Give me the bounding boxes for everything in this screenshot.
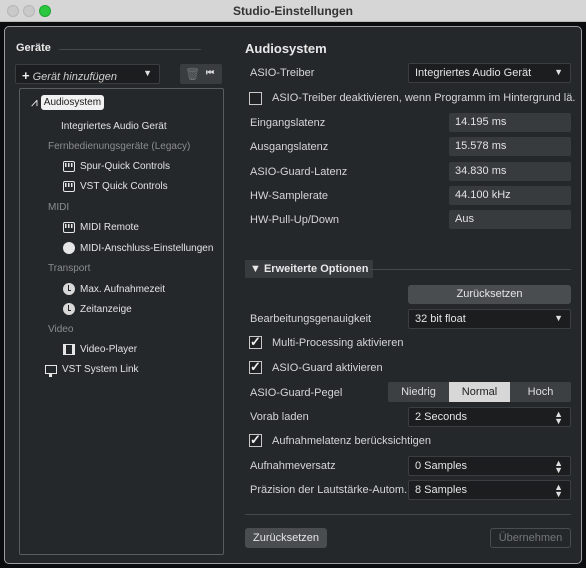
- asio-driver-value: Integriertes Audio Gerät: [415, 67, 532, 79]
- guard-level-hoch[interactable]: Hoch: [510, 382, 571, 402]
- input-latency-value: 14.195 ms: [449, 113, 571, 132]
- tree-category-video: Video: [48, 324, 74, 335]
- hw-samplerate-label: HW-Samplerate: [250, 190, 329, 202]
- midi-controller-icon: [63, 222, 75, 233]
- precision-value: 32 bit float: [415, 313, 466, 325]
- hw-pullupdown-value: Aus: [449, 210, 571, 229]
- multiprocessing-checkbox[interactable]: [249, 334, 262, 350]
- multiprocessing-label: Multi-Processing aktivieren: [272, 337, 404, 349]
- tree-item-midi-port-settings[interactable]: MIDI-Anschluss-Einstellungen: [63, 242, 213, 254]
- asio-guard-checkbox[interactable]: [249, 359, 262, 375]
- device-tree: ⩘ Audiosystem Integriertes Audio Gerät F…: [19, 88, 224, 555]
- tree-item-vst-quick-controls[interactable]: VST Quick Controls: [63, 181, 168, 192]
- studio-settings-dialog: Geräte + Gerät hinzufügen ▼ 🗑 ⏮ ⩘ Audiosy…: [4, 26, 582, 564]
- tree-item-midi-remote[interactable]: MIDI Remote: [63, 222, 139, 233]
- advanced-reset-button[interactable]: Zurücksetzen: [408, 285, 571, 304]
- precision-dropdown[interactable]: 32 bit float ▼: [408, 309, 571, 329]
- tree-item-audiosystem[interactable]: ⩘ Audiosystem: [31, 95, 105, 110]
- guard-level-niedrig[interactable]: Niedrig: [388, 382, 449, 402]
- preload-stepper[interactable]: 2 Seconds ▲ ▼: [408, 407, 571, 427]
- advanced-options-label: Erweiterte Optionen: [263, 263, 369, 275]
- hw-pullupdown-label: HW-Pull-Up/Down: [250, 214, 340, 226]
- monitor-icon: [45, 365, 57, 377]
- stepper-arrows-icon: ▲ ▼: [554, 482, 563, 499]
- clock-icon: [63, 303, 75, 315]
- midi-controller-icon: [63, 161, 75, 172]
- tree-item-integrated-audio[interactable]: Integriertes Audio Gerät: [61, 121, 167, 132]
- tree-item-video-player[interactable]: Video-Player: [63, 344, 137, 355]
- deactivate-background-label: ASIO-Treiber deaktivieren, wenn Programm…: [272, 92, 576, 104]
- tree-item-label: VST System Link: [62, 364, 139, 375]
- add-device-label: Gerät hinzufügen: [32, 71, 117, 83]
- tree-item-label: Spur-Quick Controls: [80, 161, 171, 172]
- clock-icon: [63, 283, 75, 295]
- asio-driver-label: ASIO-Treiber: [250, 67, 315, 79]
- tree-item-label: Video-Player: [80, 344, 138, 355]
- guard-level-label: ASIO-Guard-Pegel: [250, 387, 343, 399]
- stepper-arrows-icon: ▲ ▼: [554, 409, 563, 426]
- midi-controller-icon: [63, 181, 75, 192]
- hw-samplerate-value: 44.100 kHz: [449, 186, 571, 205]
- footer-divider: [245, 514, 571, 515]
- asio-guard-latency-value: 34.830 ms: [449, 162, 571, 181]
- asio-driver-dropdown[interactable]: Integriertes Audio Gerät ▼: [408, 63, 571, 83]
- tree-category-remote: Fernbedienungsgeräte (Legacy): [48, 141, 191, 152]
- chevron-down-icon: ▼: [143, 68, 152, 78]
- tree-item-label: Max. Aufnahmezeit: [80, 283, 166, 295]
- preload-value: 2 Seconds: [415, 411, 467, 423]
- tree-item-label: Audiosystem: [40, 95, 105, 110]
- plus-icon: +: [22, 68, 30, 83]
- apply-button[interactable]: Übernehmen: [490, 528, 571, 548]
- deactivate-background-checkbox[interactable]: [249, 92, 262, 105]
- tree-item-label: MIDI Remote: [80, 222, 139, 233]
- record-offset-stepper[interactable]: 0 Samples ▲ ▼: [408, 456, 571, 476]
- advanced-divider: [370, 269, 571, 270]
- chevron-down-icon: ▼: [554, 313, 563, 323]
- volume-precision-stepper[interactable]: 8 Samples ▲ ▼: [408, 480, 571, 500]
- record-offset-value: 0 Samples: [415, 460, 467, 472]
- tree-item-max-record-time[interactable]: Max. Aufnahmezeit: [63, 283, 165, 295]
- stepper-arrows-icon: ▲ ▼: [554, 458, 563, 475]
- record-latency-label: Aufnahmelatenz berücksichtigen: [272, 435, 431, 447]
- output-latency-value: 15.578 ms: [449, 137, 571, 156]
- guard-level-segmented: Niedrig Normal Hoch: [388, 382, 571, 402]
- devices-heading: Geräte: [16, 42, 51, 54]
- tree-item-label: VST Quick Controls: [80, 181, 168, 192]
- trash-icon[interactable]: 🗑: [185, 67, 200, 81]
- volume-precision-label: Präzision der Lautstärke-Autom.: [250, 484, 408, 496]
- preload-label: Vorab laden: [250, 411, 309, 423]
- asio-guard-label: ASIO-Guard aktivieren: [272, 362, 383, 374]
- chevron-down-icon: ▼: [554, 67, 563, 77]
- tree-item-label: Integriertes Audio Gerät: [61, 121, 167, 132]
- guard-level-normal[interactable]: Normal: [449, 382, 510, 402]
- tree-item-label: Zeitanzeige: [80, 303, 132, 315]
- device-actions-group: 🗑 ⏮: [180, 64, 222, 84]
- asio-guard-latency-label: ASIO-Guard-Latenz: [250, 166, 348, 178]
- input-latency-label: Eingangslatenz: [250, 117, 326, 129]
- audiosystem-heading: Audiosystem: [245, 41, 327, 56]
- record-latency-checkbox[interactable]: [249, 432, 262, 448]
- film-icon: [63, 344, 75, 355]
- tree-item-spur-quick-controls[interactable]: Spur-Quick Controls: [63, 161, 170, 172]
- tree-item-time-display[interactable]: Zeitanzeige: [63, 303, 132, 315]
- volume-precision-value: 8 Samples: [415, 484, 467, 496]
- waveform-icon: ⩘: [31, 95, 38, 109]
- precision-label: Bearbeitungsgenauigkeit: [250, 313, 372, 325]
- tree-item-vst-system-link[interactable]: VST System Link: [45, 364, 139, 377]
- record-offset-label: Aufnahmeversatz: [250, 460, 336, 472]
- skip-back-icon[interactable]: ⏮: [206, 67, 214, 78]
- midi-port-icon: [63, 242, 75, 254]
- tree-item-label: MIDI-Anschluss-Einstellungen: [80, 242, 214, 254]
- footer-reset-button[interactable]: Zurücksetzen: [245, 528, 327, 548]
- tree-category-transport: Transport: [48, 263, 91, 274]
- devices-heading-divider: [59, 49, 201, 50]
- output-latency-label: Ausgangslatenz: [250, 141, 329, 153]
- window-title: Studio-Einstellungen: [233, 4, 353, 18]
- triangle-down-icon: ▼: [250, 263, 264, 275]
- tree-category-midi: MIDI: [48, 202, 70, 213]
- advanced-options-toggle[interactable]: ▼ Erweiterte Optionen: [245, 260, 374, 278]
- add-device-dropdown[interactable]: + Gerät hinzufügen ▼: [15, 64, 160, 84]
- title-bar: Studio-Einstellungen: [0, 0, 586, 22]
